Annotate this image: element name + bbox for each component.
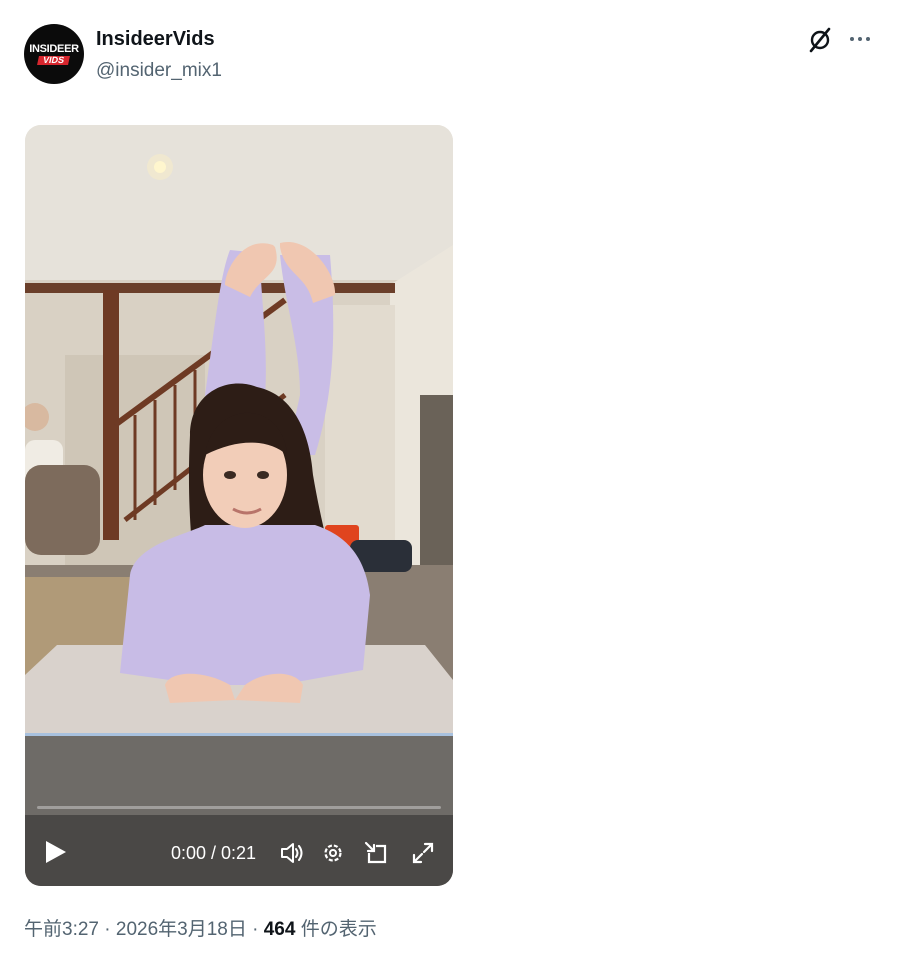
video-player[interactable]: 0:00 / 0:21 bbox=[25, 125, 453, 886]
author-display-name[interactable]: InsideerVids bbox=[96, 28, 215, 51]
more-icon[interactable] bbox=[846, 25, 874, 53]
post-date[interactable]: 2026年3月18日 bbox=[116, 919, 247, 940]
meta-separator: · bbox=[246, 919, 264, 940]
settings-icon[interactable] bbox=[321, 841, 345, 865]
fullscreen-icon[interactable] bbox=[410, 840, 436, 866]
grok-icon[interactable] bbox=[806, 26, 834, 54]
tweet-meta: 午前3:27 · 2026年3月18日 · 464 件の表示 bbox=[24, 914, 377, 941]
volume-icon[interactable] bbox=[279, 840, 305, 866]
video-time: 0:00 / 0:21 bbox=[171, 843, 257, 863]
video-progress-bar[interactable] bbox=[37, 806, 441, 809]
views-label: 件の表示 bbox=[295, 919, 377, 940]
pip-icon[interactable] bbox=[363, 840, 389, 866]
views-count: 464 bbox=[263, 919, 296, 940]
avatar-logo-text: INSIDEER bbox=[29, 42, 79, 55]
author-handle[interactable]: @insider_mix1 bbox=[96, 60, 222, 82]
play-icon[interactable] bbox=[41, 837, 69, 867]
avatar-logo-subtext: VIDS bbox=[37, 55, 71, 65]
video-frame bbox=[25, 125, 453, 886]
author-avatar[interactable]: INSIDEER VIDS bbox=[24, 24, 84, 84]
meta-separator: · bbox=[98, 919, 116, 940]
post-time[interactable]: 午前3:27 bbox=[24, 919, 99, 940]
